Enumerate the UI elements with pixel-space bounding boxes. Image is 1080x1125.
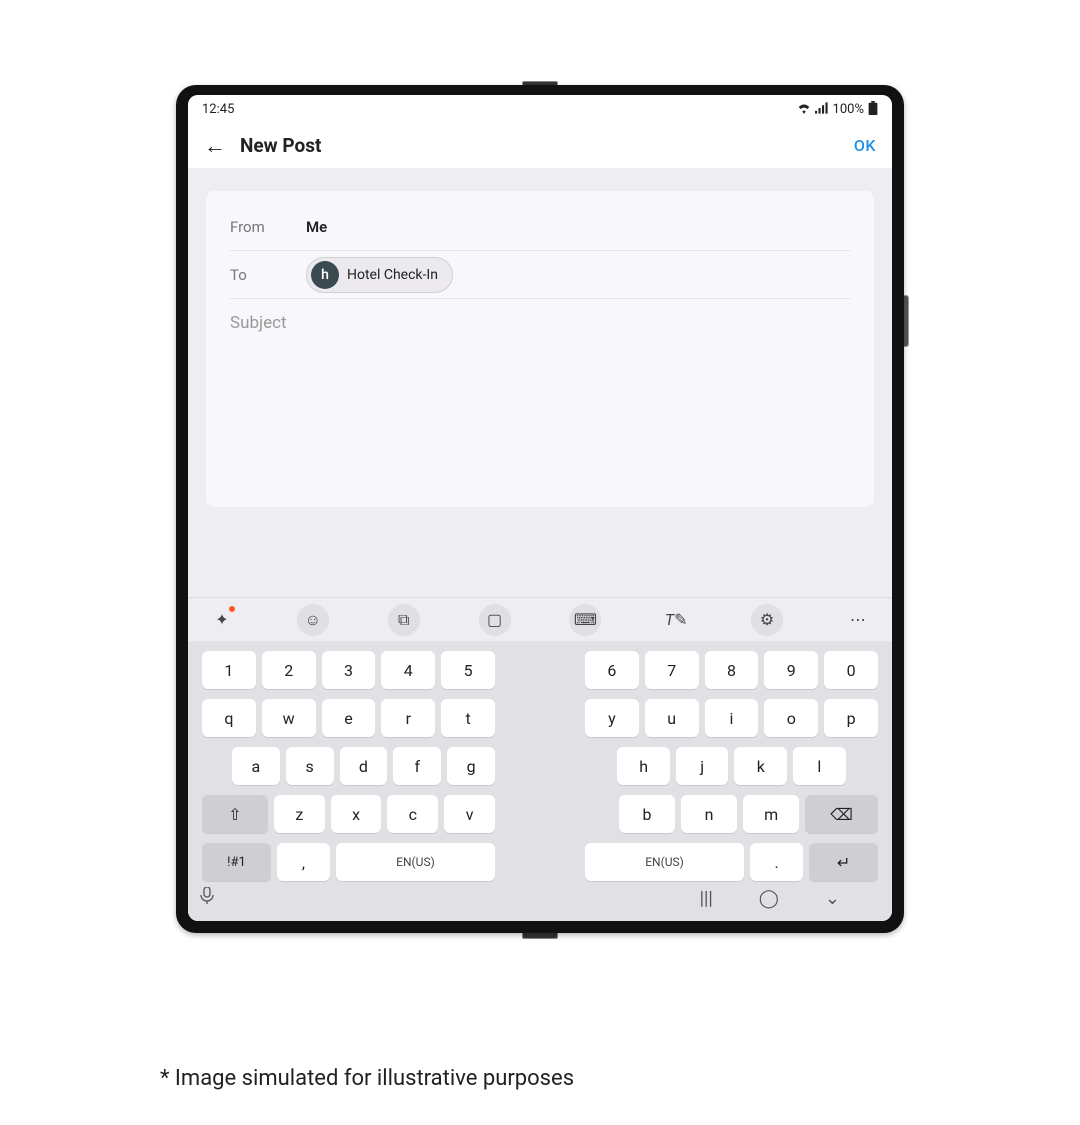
key-r[interactable]: r: [381, 699, 435, 737]
chip-label: Hotel Check-In: [347, 267, 438, 283]
translate-icon[interactable]: ⧉: [388, 604, 420, 636]
wifi-icon: [797, 102, 811, 117]
key-i[interactable]: i: [705, 699, 759, 737]
screen: 12:45 100% ← New Post OK: [188, 95, 892, 921]
app-header: ← New Post OK: [188, 123, 892, 169]
key-b[interactable]: b: [619, 795, 675, 833]
key-shift[interactable]: ⇧: [202, 795, 268, 833]
signal-icon: [815, 102, 829, 117]
key-space-right[interactable]: EN(US): [585, 843, 744, 881]
key-f[interactable]: f: [393, 747, 441, 785]
key-1[interactable]: 1: [202, 651, 256, 689]
status-time: 12:45: [202, 102, 234, 117]
footnote: * Image simulated for illustrative purpo…: [160, 1066, 574, 1091]
sparkle-icon[interactable]: ✦: [206, 604, 238, 636]
keyboard-keys: 1 2 3 4 5 q w e r t a: [188, 641, 892, 881]
keyboard-right: 6 7 8 9 0 y u i o p h: [585, 651, 878, 881]
key-c[interactable]: c: [387, 795, 438, 833]
keyboard-mini-icon[interactable]: ⌨: [569, 604, 601, 636]
key-6[interactable]: 6: [585, 651, 639, 689]
from-label: From: [230, 218, 286, 236]
subject-row[interactable]: Subject: [230, 299, 850, 347]
status-indicators: 100%: [797, 101, 878, 118]
to-label: To: [230, 266, 286, 284]
from-value: Me: [306, 218, 327, 236]
key-5[interactable]: 5: [441, 651, 495, 689]
back-arrow-icon[interactable]: ←: [204, 133, 226, 159]
more-icon[interactable]: ⋯: [842, 604, 874, 636]
key-s[interactable]: s: [286, 747, 334, 785]
key-q[interactable]: q: [202, 699, 256, 737]
emoji-icon[interactable]: ☺: [297, 604, 329, 636]
mic-icon[interactable]: [200, 887, 214, 909]
key-m[interactable]: m: [743, 795, 799, 833]
key-w[interactable]: w: [262, 699, 316, 737]
key-2[interactable]: 2: [262, 651, 316, 689]
settings-icon[interactable]: ⚙: [751, 604, 783, 636]
page-title: New Post: [240, 134, 854, 157]
device-frame: 12:45 100% ← New Post OK: [176, 85, 904, 933]
key-k[interactable]: k: [734, 747, 787, 785]
clipboard-icon[interactable]: ▢: [479, 604, 511, 636]
recipient-chip[interactable]: h Hotel Check-In: [306, 257, 453, 293]
recents-icon[interactable]: |||: [700, 888, 713, 909]
key-backspace[interactable]: ⌫: [805, 795, 878, 833]
to-row[interactable]: To h Hotel Check-In: [230, 251, 850, 299]
key-comma[interactable]: ,: [277, 843, 330, 881]
battery-icon: [868, 101, 878, 118]
key-0[interactable]: 0: [824, 651, 878, 689]
compose-card: From Me To h Hotel Check-In Subject: [206, 191, 874, 507]
key-8[interactable]: 8: [705, 651, 759, 689]
ok-button[interactable]: OK: [854, 136, 876, 155]
key-a[interactable]: a: [232, 747, 280, 785]
navigation-bar: ||| ◯ ⌄: [188, 881, 892, 915]
key-y[interactable]: y: [585, 699, 639, 737]
avatar: h: [311, 261, 339, 289]
key-4[interactable]: 4: [381, 651, 435, 689]
key-enter[interactable]: ↵: [809, 843, 878, 881]
key-l[interactable]: l: [793, 747, 846, 785]
key-u[interactable]: u: [645, 699, 699, 737]
subject-input[interactable]: Subject: [230, 301, 287, 345]
back-icon[interactable]: ⌄: [825, 888, 840, 909]
key-symbols[interactable]: !#1: [202, 843, 271, 881]
key-g[interactable]: g: [447, 747, 495, 785]
keyboard-left: 1 2 3 4 5 q w e r t a: [202, 651, 495, 881]
handwriting-icon[interactable]: T✎: [660, 604, 692, 636]
key-7[interactable]: 7: [645, 651, 699, 689]
key-period[interactable]: .: [750, 843, 803, 881]
battery-text: 100%: [833, 102, 864, 117]
key-t[interactable]: t: [441, 699, 495, 737]
key-v[interactable]: v: [444, 795, 495, 833]
key-j[interactable]: j: [676, 747, 729, 785]
home-icon[interactable]: ◯: [759, 888, 779, 909]
key-p[interactable]: p: [824, 699, 878, 737]
key-n[interactable]: n: [681, 795, 737, 833]
from-row[interactable]: From Me: [230, 203, 850, 251]
key-o[interactable]: o: [764, 699, 818, 737]
notification-dot: [229, 606, 235, 612]
status-bar: 12:45 100%: [188, 95, 892, 123]
key-x[interactable]: x: [331, 795, 382, 833]
key-3[interactable]: 3: [322, 651, 376, 689]
key-h[interactable]: h: [617, 747, 670, 785]
keyboard-toolbar: ✦ ☺ ⧉ ▢ ⌨ T✎ ⚙ ⋯: [188, 597, 892, 641]
key-space-left[interactable]: EN(US): [336, 843, 495, 881]
key-9[interactable]: 9: [764, 651, 818, 689]
compose-area: From Me To h Hotel Check-In Subject: [188, 169, 892, 597]
key-z[interactable]: z: [274, 795, 325, 833]
keyboard: ✦ ☺ ⧉ ▢ ⌨ T✎ ⚙ ⋯ 1 2 3 4 5: [188, 597, 892, 921]
key-d[interactable]: d: [340, 747, 388, 785]
key-e[interactable]: e: [322, 699, 376, 737]
